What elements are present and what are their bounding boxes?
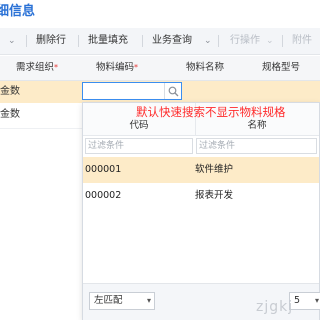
toolbar-divider: [218, 35, 219, 47]
chevron-down-icon: ▾: [314, 296, 319, 305]
delete-row-button[interactable]: 删除行: [36, 28, 66, 54]
lookup-row[interactable]: 000002 报表开发: [83, 183, 319, 209]
material-lookup-popup: 代码 名称 过滤条件 过滤条件 000001 软件维护 000002 报表开发 …: [82, 102, 320, 320]
row-operation-button[interactable]: 行操作: [230, 28, 260, 54]
lookup-row[interactable]: 000001 软件维护: [83, 157, 319, 183]
column-material-code[interactable]: 物料编码*: [96, 56, 138, 80]
toolbar-divider: [78, 35, 79, 47]
lookup-row-code: 000002: [85, 190, 122, 201]
annotation-text: 默认快速搜索不显示物料规格: [136, 105, 286, 119]
lookup-row-code: 000001: [85, 164, 122, 175]
row-operation-dropdown-icon[interactable]: ⌄: [266, 28, 274, 54]
match-mode-select[interactable]: 左匹配 ▾: [89, 292, 155, 310]
match-mode-value: 左匹配: [94, 295, 123, 306]
column-spec-model[interactable]: 规格型号: [262, 56, 300, 80]
required-mark: *: [54, 63, 59, 72]
attachment-button[interactable]: 附件: [292, 28, 312, 54]
column-material-name[interactable]: 物料名称: [186, 56, 224, 80]
lookup-row-name: 软件维护: [195, 164, 234, 175]
search-icon[interactable]: [164, 83, 181, 99]
page-title: 细信息: [0, 4, 36, 19]
business-query-dropdown-icon[interactable]: ⌄: [204, 28, 212, 54]
row-label: 金数: [0, 109, 20, 120]
code-filter-input[interactable]: 过滤条件: [85, 138, 193, 154]
watermark: zjgkj: [256, 299, 294, 315]
toolbar-overflow-icon[interactable]: ⌄: [8, 28, 16, 54]
table-row[interactable]: 金数: [0, 104, 82, 129]
grid-header: 需求组织* 物料编码* 物料名称 规格型号: [0, 56, 320, 81]
material-code-input[interactable]: [82, 82, 182, 100]
required-mark: *: [134, 63, 139, 72]
column-demand-org[interactable]: 需求组织*: [16, 56, 58, 80]
lookup-filter-row: 过滤条件 过滤条件: [83, 136, 319, 156]
chevron-down-icon: ▾: [146, 296, 151, 305]
batch-fill-button[interactable]: 批量填充: [88, 28, 128, 54]
lookup-row-name: 报表开发: [195, 190, 234, 201]
toolbar-divider: [142, 35, 143, 47]
page-size-value: 5: [294, 295, 301, 306]
business-query-button[interactable]: 业务查询: [152, 28, 192, 54]
row-label: 金数: [0, 86, 20, 97]
name-filter-input[interactable]: 过滤条件: [196, 138, 317, 154]
toolbar-divider: [282, 35, 283, 47]
toolbar-divider: [26, 35, 27, 47]
toolbar: ⌄ 删除行 批量填充 业务查询 ⌄ 行操作 ⌄ 附件: [0, 28, 320, 55]
page-size-select[interactable]: 5 ▾: [289, 292, 320, 310]
